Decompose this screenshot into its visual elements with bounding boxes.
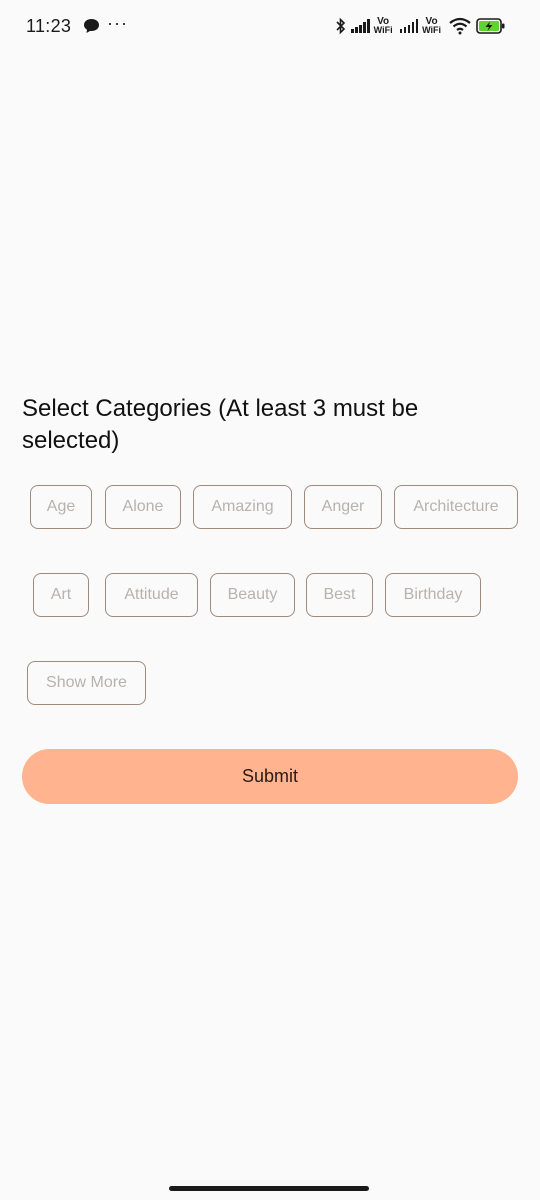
page-title: Select Categories (At least 3 must be se… — [22, 395, 419, 454]
vowifi-icon: Vo WiFi — [373, 16, 393, 35]
category-chip-amazing[interactable]: Amazing — [193, 485, 292, 529]
category-chip-attitude[interactable]: Attitude — [105, 573, 198, 617]
screen: 11:23 ··· Vo WiFi Vo WiFi Select Categor… — [0, 0, 540, 1200]
category-chip-anger[interactable]: Anger — [304, 485, 382, 529]
signal-icon — [351, 19, 370, 33]
show-more-button[interactable]: Show More — [27, 661, 146, 705]
status-bar: 11:23 ··· Vo WiFi Vo WiFi — [0, 0, 540, 52]
category-chip-alone[interactable]: Alone — [105, 485, 181, 529]
category-chip-best[interactable]: Best — [306, 573, 373, 617]
vowifi-icon: Vo WiFi — [422, 16, 441, 35]
chat-bubble-icon — [84, 19, 99, 33]
category-chip-art[interactable]: Art — [33, 573, 89, 617]
signal-icon — [399, 19, 419, 33]
more-dots-icon: ··· — [107, 13, 128, 33]
wifi-icon — [449, 17, 471, 35]
status-time: 11:23 — [26, 16, 72, 36]
category-chip-age[interactable]: Age — [30, 485, 92, 529]
category-chip-birthday[interactable]: Birthday — [385, 573, 481, 617]
submit-button[interactable]: Submit — [22, 749, 518, 804]
battery-charging-icon — [476, 18, 505, 34]
bluetooth-icon — [336, 17, 346, 35]
category-chip-beauty[interactable]: Beauty — [210, 573, 295, 617]
category-chip-architecture[interactable]: Architecture — [394, 485, 518, 529]
home-indicator[interactable] — [169, 1186, 369, 1191]
status-icons: Vo WiFi Vo WiFi — [335, 14, 506, 38]
